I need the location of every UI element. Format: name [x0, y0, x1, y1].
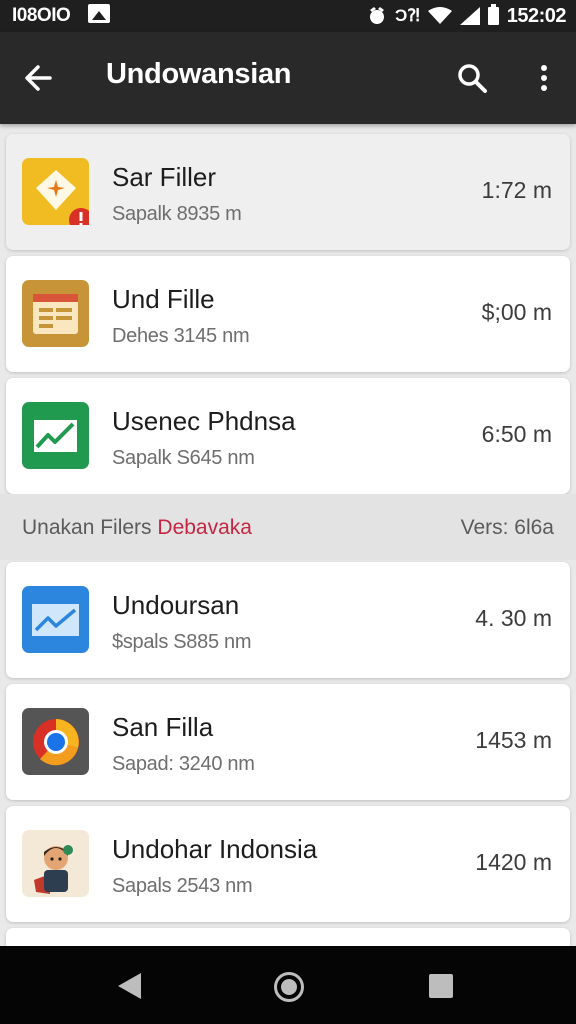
- folder-doc-icon: [22, 280, 89, 347]
- file-list: Sar Filler Sapalk 8935 m 1:72 m Und Fill…: [0, 124, 576, 946]
- list-item[interactable]: Undoursan $spals S885 nm 4. 30 m: [6, 562, 570, 678]
- section-label: Unakan Filers Debavaka: [22, 516, 252, 540]
- item-time: $;00 m: [481, 299, 552, 325]
- item-time: 1420 m: [475, 849, 552, 875]
- nav-recents-icon[interactable]: [429, 974, 453, 998]
- cell-signal-icon: [459, 7, 480, 25]
- item-title: Usenec Phdnsa: [112, 406, 296, 436]
- item-time: 1453 m: [475, 727, 552, 753]
- list-item[interactable]: Sar Filler Sapalk 8935 m 1:72 m: [6, 134, 570, 250]
- status-glyph: Ͻ⁈: [394, 6, 420, 25]
- section-link[interactable]: Debavaka: [157, 516, 252, 539]
- item-time: 1:72 m: [481, 177, 552, 203]
- item-subtitle: Dehes 3145 nm: [112, 325, 250, 347]
- item-subtitle: Sapals 2543 nm: [112, 875, 253, 897]
- status-bar: I08OIO Ͻ⁈ 152:02: [0, 0, 576, 32]
- list-item[interactable]: Und Fille Dehes 3145 nm $;00 m: [6, 256, 570, 372]
- chrome-like-icon: [22, 708, 89, 775]
- list-item[interactable]: San Filla Sapad: 3240 nm 1453 m: [6, 684, 570, 800]
- item-title: Undohar Indonsia: [112, 834, 318, 864]
- item-title: Sar Filler: [112, 162, 217, 192]
- alarm-icon: [369, 7, 384, 24]
- item-time: 6:50 m: [481, 421, 552, 447]
- list-item[interactable]: Usenec Phdnsa Sapalk S645 nm 6:50 m: [6, 378, 570, 494]
- wifi-icon: [427, 7, 452, 24]
- status-time: 152:02: [506, 4, 567, 27]
- search-icon[interactable]: [450, 56, 494, 100]
- system-nav-bar: [0, 946, 576, 1024]
- item-title: Und Fille: [112, 284, 215, 314]
- green-chart-icon: [22, 402, 89, 469]
- nav-back-icon[interactable]: [118, 973, 141, 999]
- app-bar: Undowansian: [0, 32, 576, 124]
- status-left-text: I08OIO: [12, 5, 71, 26]
- photo-notification-icon: [88, 4, 110, 23]
- list-item[interactable]: Undohar Indonsia Sapals 2543 nm 1420 m: [6, 806, 570, 922]
- back-arrow-icon[interactable]: [18, 56, 62, 100]
- list-item-partial[interactable]: [6, 928, 570, 946]
- character-icon: [22, 830, 89, 897]
- item-subtitle: Sapalk 8935 m: [112, 203, 242, 225]
- item-title: San Filla: [112, 712, 214, 742]
- diamond-star-icon: [22, 158, 93, 232]
- app-title: Undowansian: [106, 58, 292, 90]
- section-header: Unakan Filers Debavaka Vers: 6l6a: [0, 494, 576, 560]
- item-time: 4. 30 m: [475, 605, 552, 631]
- blue-chart-icon: [22, 586, 89, 653]
- status-icons: Ͻ⁈ 152:02: [367, 4, 567, 28]
- item-title: Undoursan: [112, 590, 240, 620]
- section-version: Vers: 6l6a: [460, 516, 554, 539]
- section-label-text: Unakan Filers: [22, 516, 152, 539]
- item-subtitle: Sapalk S645 nm: [112, 447, 255, 469]
- nav-home-icon[interactable]: [274, 972, 304, 1002]
- item-subtitle: Sapad: 3240 nm: [112, 753, 255, 775]
- battery-icon: [487, 4, 499, 25]
- item-subtitle: $spals S885 nm: [112, 631, 252, 653]
- more-vert-icon[interactable]: [524, 56, 564, 100]
